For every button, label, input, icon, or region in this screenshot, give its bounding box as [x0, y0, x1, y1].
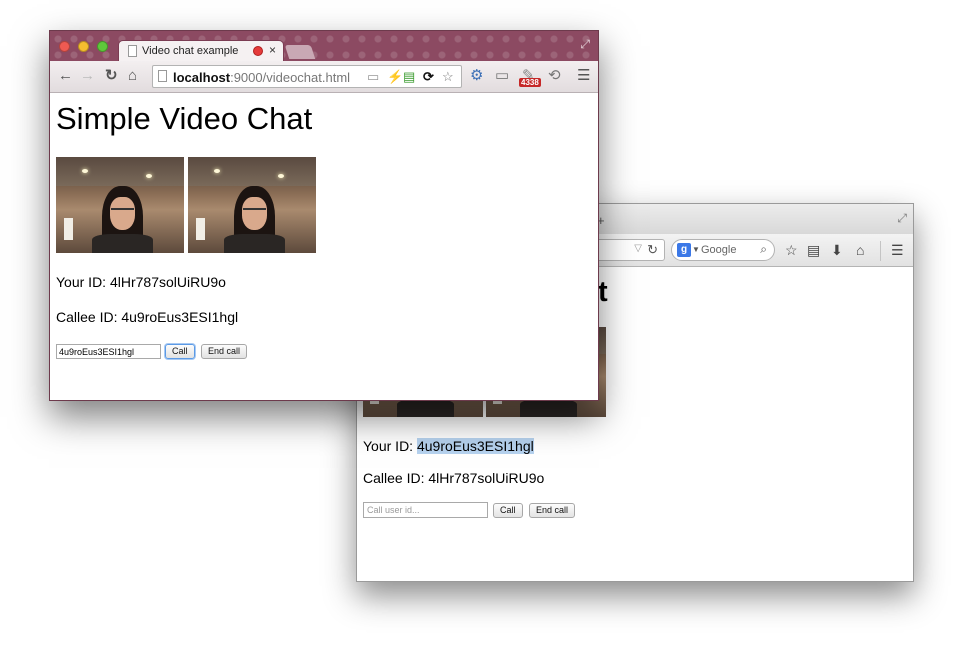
search-engine-dropdown-icon[interactable]: ▼ [692, 245, 700, 254]
extension-gear-icon[interactable]: ⚙ [470, 68, 483, 84]
feed-icon[interactable]: ▤ [403, 69, 415, 84]
end-call-button[interactable]: End call [529, 503, 576, 518]
minimize-window-button[interactable] [78, 41, 89, 52]
home-icon[interactable]: ⌂ [128, 68, 137, 83]
url-text[interactable]: localhost:9000/videochat.html [173, 70, 350, 85]
extension-refresh-icon[interactable]: ⟲ [548, 68, 561, 84]
cast-icon[interactable]: ▭ [495, 68, 509, 84]
fullscreen-icon[interactable]: ⤢ [897, 211, 907, 226]
desktop: + ⤢ ▽ ↻ g ▼ Google ⌕ ☆ ▤ ⬇ ⌂ ☰ t Your ID… [0, 0, 960, 646]
url-path: :9000/videochat.html [230, 70, 351, 85]
menu-icon[interactable]: ☰ [891, 243, 904, 257]
your-id-value[interactable]: 4u9roEus3ESI1hgl [416, 438, 534, 454]
lightning-icon[interactable]: ⚡ [387, 69, 403, 84]
callee-id: Callee ID: 4lHr787solUiRU9o [363, 470, 545, 486]
chrome-toolbar: ← → ↻ ⌂ localhost:9000/videochat.html ▭ … [50, 61, 598, 93]
recording-indicator-icon [253, 46, 263, 56]
call-button[interactable]: Call [165, 344, 195, 359]
search-box[interactable]: g ▼ Google ⌕ [671, 239, 775, 261]
back-icon[interactable]: ← [58, 68, 73, 83]
search-engine-label: Google [701, 244, 737, 256]
call-button[interactable]: Call [493, 503, 523, 518]
local-video [188, 157, 316, 253]
close-window-button[interactable] [59, 41, 70, 52]
remote-video [56, 157, 184, 253]
callee-id-input[interactable] [363, 502, 488, 518]
download-icon[interactable]: ⬇ [831, 243, 843, 257]
camera-icon[interactable]: ▭ [367, 69, 379, 84]
callee-id-input[interactable] [56, 344, 161, 359]
end-call-button[interactable]: End call [201, 344, 248, 359]
zoom-window-button[interactable] [97, 41, 108, 52]
page-title: t [598, 276, 608, 308]
tab-title: Video chat example [142, 45, 239, 57]
chrome-page: Simple Video Chat Your ID: 4lHr787solUiR… [50, 94, 598, 400]
page-favicon-icon [128, 45, 137, 57]
extension-badge: 4338 [519, 78, 541, 87]
google-logo-icon: g [677, 243, 691, 257]
reload-icon[interactable]: ↻ [647, 242, 658, 258]
menu-icon[interactable]: ☰ [577, 68, 590, 84]
search-icon[interactable]: ⌕ [760, 242, 767, 257]
toolbar-divider [880, 241, 881, 261]
new-tab-button[interactable] [284, 45, 316, 59]
home-icon[interactable]: ⌂ [856, 243, 864, 257]
url-dropdown-icon[interactable]: ▽ [634, 243, 642, 254]
chrome-window[interactable]: Video chat example × ⤢ ← → ↻ ⌂ localhost… [49, 30, 599, 401]
bookmark-star-icon[interactable]: ☆ [785, 243, 798, 257]
tab-close-icon[interactable]: × [269, 43, 276, 57]
bookmarks-list-icon[interactable]: ▤ [807, 243, 820, 257]
chrome-titlebar[interactable]: Video chat example × ⤢ [50, 31, 598, 62]
forward-icon[interactable]: → [80, 68, 95, 83]
callee-id: Callee ID: 4u9roEus3ESI1hgl [56, 309, 239, 325]
bookmark-star-icon[interactable]: ☆ [442, 69, 454, 84]
page-title: Simple Video Chat [56, 101, 313, 136]
your-id-line: Your ID: 4u9roEus3ESI1hgl [363, 438, 534, 454]
url-host: localhost [173, 70, 231, 85]
your-id-label: Your ID: [363, 438, 417, 454]
page-icon [158, 70, 167, 82]
sync-icon[interactable]: ⟳ [423, 69, 434, 84]
fullscreen-icon[interactable]: ⤢ [580, 37, 590, 52]
address-bar[interactable]: localhost:9000/videochat.html ▭ ⚡ ▤ ⟳ ☆ [152, 65, 462, 88]
reload-icon[interactable]: ↻ [105, 68, 118, 83]
your-id: Your ID: 4lHr787solUiRU9o [56, 274, 226, 290]
tab-video-chat[interactable]: Video chat example × [118, 40, 284, 62]
